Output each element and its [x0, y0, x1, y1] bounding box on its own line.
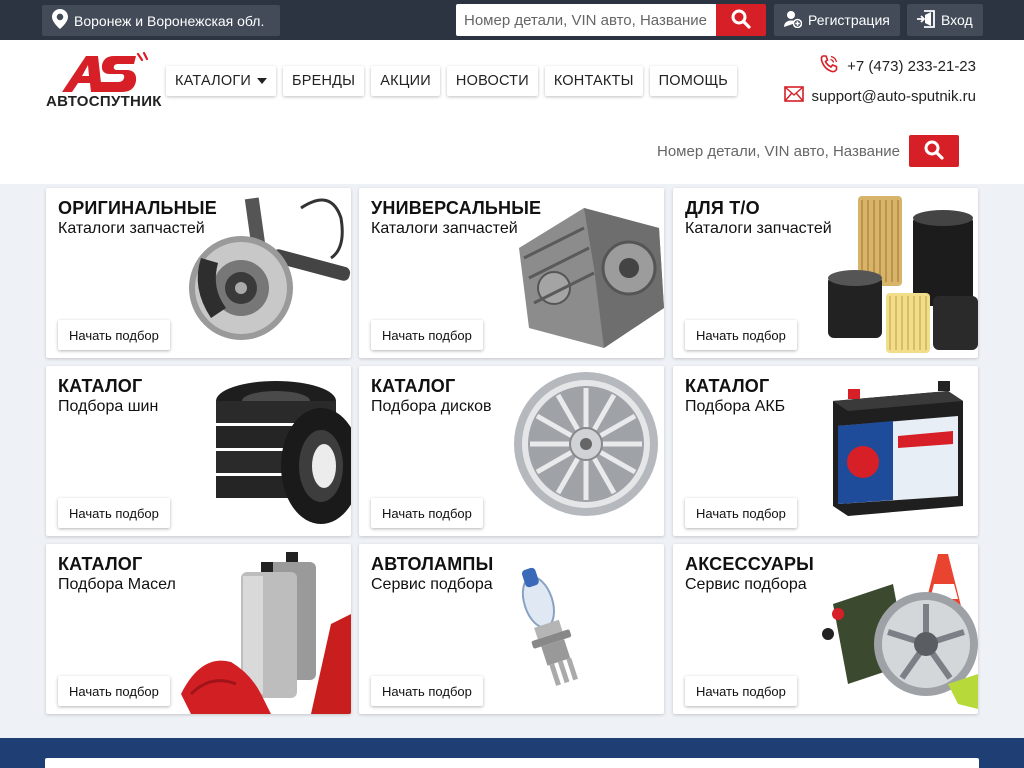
card-accessories[interactable]: АКСЕССУАРЫ Сервис подбора Начать подбор	[673, 544, 978, 714]
top-search-input[interactable]	[456, 4, 716, 36]
logo-mark-icon	[62, 51, 149, 92]
card-subtitle: Подбора шин	[58, 398, 159, 415]
phone-number: +7 (473) 233-21-23	[847, 57, 976, 75]
card-subtitle: Сервис подбора	[685, 576, 807, 593]
accessories-icon	[822, 554, 978, 709]
card-subtitle: Подбора дисков	[371, 398, 492, 415]
nav-label: АКЦИИ	[380, 73, 431, 89]
region-selector[interactable]: Воронеж и Воронежская обл.	[42, 5, 280, 36]
logo-text: АВТОСПУТНИК	[46, 93, 162, 110]
card-title: АКСЕССУАРЫ	[685, 554, 814, 574]
header-search-input[interactable]	[650, 135, 909, 167]
login-button[interactable]: Вход	[907, 4, 983, 36]
header-search-button[interactable]	[909, 135, 959, 167]
nav-item-news[interactable]: НОВОСТИ	[446, 66, 538, 96]
card-title: ДЛЯ Т/О	[685, 198, 760, 218]
register-button[interactable]: Регистрация	[774, 4, 900, 36]
nav-label: БРЕНДЫ	[292, 73, 356, 89]
start-selection-button[interactable]: Начать подбор	[58, 498, 170, 528]
card-subtitle: Каталоги запчастей	[58, 220, 205, 237]
card-title: КАТАЛОГ	[685, 376, 770, 396]
card-subtitle: Подбора Масел	[58, 576, 176, 593]
nav-item-brands[interactable]: БРЕНДЫ	[283, 66, 365, 96]
card-subtitle: Сервис подбора	[371, 576, 493, 593]
content-panel	[45, 758, 979, 768]
register-label: Регистрация	[808, 12, 890, 28]
card-subtitle: Каталоги запчастей	[685, 220, 832, 237]
region-label: Воронеж и Воронежская обл.	[74, 12, 265, 29]
mail-icon	[783, 86, 804, 106]
card-maintenance-catalogs[interactable]: ДЛЯ Т/О Каталоги запчастей Начать подбор	[673, 188, 978, 358]
card-tire-catalog[interactable]: КАТАЛОГ Подбора шин Начать подбор	[46, 366, 351, 536]
top-bar: Воронеж и Воронежская обл. Регистрация В…	[0, 0, 1024, 40]
start-selection-button[interactable]: Начать подбор	[685, 676, 797, 706]
nav-label: КОНТАКТЫ	[553, 73, 634, 89]
card-title: КАТАЛОГ	[58, 376, 143, 396]
email-contact[interactable]: support@auto-sputnik.ru	[783, 86, 976, 106]
header-search-form	[650, 135, 959, 167]
card-oil-catalog[interactable]: КАТАЛОГ Подбора Масел Начать подбор	[46, 544, 351, 714]
card-title: КАТАЛОГ	[58, 554, 143, 574]
email-address: support@auto-sputnik.ru	[811, 87, 976, 105]
start-selection-button[interactable]: Начать подбор	[371, 498, 483, 528]
tires-icon	[216, 381, 351, 524]
top-search-button[interactable]	[716, 4, 766, 36]
card-title: КАТАЛОГ	[371, 376, 456, 396]
wheel-rim-icon	[514, 372, 658, 516]
top-search-form	[456, 4, 766, 36]
add-user-icon	[784, 10, 803, 31]
card-rim-catalog[interactable]: КАТАЛОГ Подбора дисков Начать подбор	[359, 366, 664, 536]
card-universal-catalogs[interactable]: УНИВЕРСАЛЬНЫЕ Каталоги запчастей Начать …	[359, 188, 664, 358]
battery-icon	[833, 381, 963, 516]
card-battery-catalog[interactable]: КАТАЛОГ Подбора АКБ Начать подбор	[673, 366, 978, 536]
card-subtitle: Каталоги запчастей	[371, 220, 518, 237]
start-selection-button[interactable]: Начать подбор	[685, 498, 797, 528]
start-selection-button[interactable]: Начать подбор	[685, 320, 797, 350]
start-selection-button[interactable]: Начать подбор	[371, 676, 483, 706]
card-autolamps[interactable]: АВТОЛАМПЫ Сервис подбора Начать подбор	[359, 544, 664, 714]
phone-icon	[819, 54, 839, 78]
sign-in-icon	[917, 9, 935, 31]
location-pin-icon	[52, 9, 68, 32]
card-original-catalogs[interactable]: ОРИГИНАЛЬНЫЕ Каталоги запчастей Начать п…	[46, 188, 351, 358]
start-selection-button[interactable]: Начать подбор	[58, 320, 170, 350]
login-label: Вход	[941, 12, 973, 28]
chevron-down-icon	[257, 78, 268, 84]
headlight-bulb-icon	[521, 567, 579, 686]
oil-cans-icon	[181, 552, 351, 714]
nav-label: НОВОСТИ	[455, 73, 529, 89]
start-selection-button[interactable]: Начать подбор	[58, 676, 170, 706]
nav-label: ПОМОЩЬ	[658, 73, 729, 89]
start-selection-button[interactable]: Начать подбор	[371, 320, 483, 350]
main-nav: КАТАЛОГИ БРЕНДЫ АКЦИИ НОВОСТИ КОНТАКТЫ П…	[166, 66, 738, 96]
nav-item-promotions[interactable]: АКЦИИ	[371, 66, 440, 96]
nav-item-catalogs[interactable]: КАТАЛОГИ	[166, 66, 277, 96]
search-icon	[924, 140, 944, 163]
nav-item-contacts[interactable]: КОНТАКТЫ	[544, 66, 643, 96]
card-title: ОРИГИНАЛЬНЫЕ	[58, 198, 217, 218]
card-title: УНИВЕРСАЛЬНЫЕ	[371, 198, 542, 218]
oil-filters-icon	[828, 196, 978, 353]
nav-label: КАТАЛОГИ	[175, 73, 252, 89]
nav-item-help[interactable]: ПОМОЩЬ	[649, 66, 738, 96]
site-header: АВТОСПУТНИК КАТАЛОГИ БРЕНДЫ АКЦИИ НОВОСТ…	[0, 40, 1024, 184]
card-title: АВТОЛАМПЫ	[371, 554, 494, 574]
phone-contact[interactable]: +7 (473) 233-21-23	[819, 54, 976, 78]
card-subtitle: Подбора АКБ	[685, 398, 786, 415]
search-icon	[731, 9, 751, 32]
